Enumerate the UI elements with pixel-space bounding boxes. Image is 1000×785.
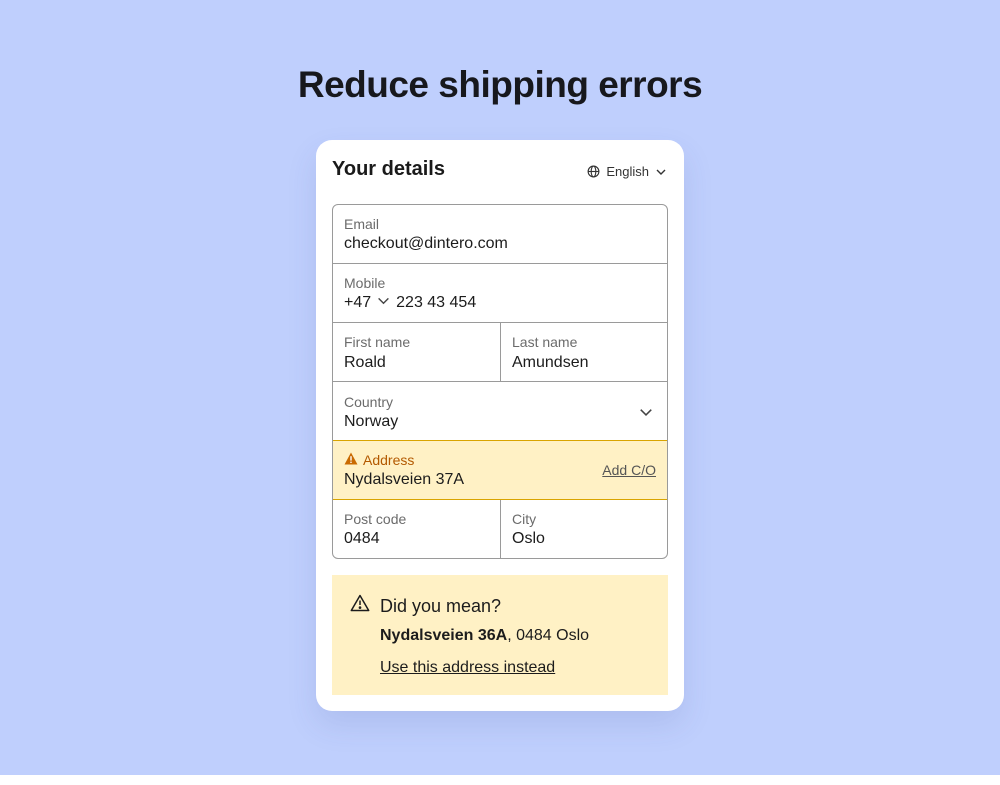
card-title: Your details [332, 158, 445, 180]
mobile-row: +47 223 43 454 [344, 294, 476, 312]
country-select[interactable]: Country Norway [333, 382, 667, 441]
mobile-value: 223 43 454 [396, 294, 477, 311]
language-selector[interactable]: English [587, 164, 667, 179]
warning-icon [344, 452, 358, 468]
country-code-selector[interactable]: +47 [344, 294, 371, 312]
details-form: Email checkout@dintero.com Mobile +47 22… [332, 204, 668, 559]
suggested-address: Nydalsveien 36A, 0484 Oslo [380, 627, 589, 645]
address-label: Address [363, 452, 415, 468]
city-label: City [512, 511, 537, 527]
country-label: Country [344, 394, 394, 410]
mobile-label: Mobile [344, 275, 386, 291]
chevron-down-icon [639, 405, 653, 424]
chevron-down-icon [655, 166, 667, 178]
first-name-value: Roald [344, 354, 386, 371]
mobile-field[interactable]: Mobile +47 223 43 454 [333, 264, 667, 323]
add-co-link[interactable]: Add C/O [602, 462, 656, 478]
country-value: Norway [344, 413, 399, 430]
suggested-street: Nydalsveien 36A [380, 627, 508, 644]
city-field[interactable]: City Oslo [500, 500, 667, 558]
address-suggestion: Did you mean? Nydalsveien 36A, 0484 Oslo… [332, 575, 668, 695]
first-name-field[interactable]: First name Roald [333, 323, 500, 382]
address-field[interactable]: Address Nydalsveien 37A Add C/O [333, 440, 667, 500]
suggested-postal-city: , 0484 Oslo [507, 627, 590, 644]
city-value: Oslo [512, 530, 545, 547]
suggestion-title: Did you mean? [380, 596, 502, 616]
language-label: English [606, 164, 649, 179]
email-value: checkout@dintero.com [344, 235, 508, 252]
last-name-label: Last name [512, 334, 578, 350]
last-name-value: Amundsen [512, 354, 589, 371]
chevron-down-icon[interactable] [377, 294, 390, 312]
address-label-row: Address [344, 452, 414, 468]
first-name-label: First name [344, 334, 411, 350]
last-name-field[interactable]: Last name Amundsen [500, 323, 667, 382]
address-value: Nydalsveien 37A [344, 471, 465, 488]
page-headline: Reduce shipping errors [297, 64, 703, 105]
email-field[interactable]: Email checkout@dintero.com [333, 205, 667, 264]
globe-icon [587, 165, 600, 178]
post-code-label: Post code [344, 511, 407, 527]
details-card: Your details English Email checkout@dint… [316, 140, 684, 711]
post-code-field[interactable]: Post code 0484 [333, 500, 500, 558]
post-code-value: 0484 [344, 530, 380, 547]
email-label: Email [344, 216, 380, 232]
warning-outline-icon [350, 594, 370, 617]
use-suggested-address-link[interactable]: Use this address instead [380, 659, 555, 677]
